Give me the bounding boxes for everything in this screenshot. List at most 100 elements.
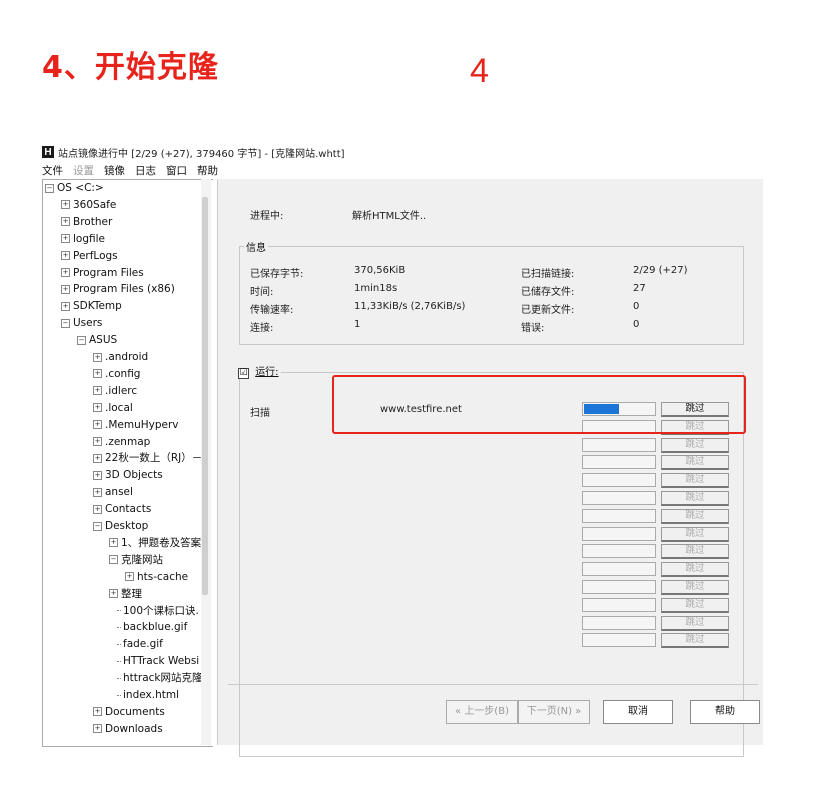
tree-item[interactable]: httrack网站克隆 bbox=[117, 670, 203, 687]
tree-item[interactable]: 100个课标口诀. bbox=[117, 603, 199, 620]
prev-button[interactable]: « 上一步(B) bbox=[446, 700, 518, 724]
tree-item[interactable]: + .idlerc bbox=[93, 383, 137, 400]
tree-item[interactable]: + ansel bbox=[93, 484, 133, 501]
cancel-button[interactable]: 取消 bbox=[603, 700, 673, 724]
expand-icon[interactable]: + bbox=[61, 200, 70, 210]
tree-item[interactable]: + hts-cache bbox=[125, 569, 188, 586]
expand-icon[interactable]: + bbox=[93, 707, 102, 717]
tree-item[interactable]: +1、押题卷及答案 bbox=[109, 535, 201, 552]
menu-help[interactable]: 帮助 bbox=[197, 163, 218, 178]
folder-tree[interactable]: − OS <C:> +360Safe + Brother + logfile + PerfLog… bbox=[42, 179, 213, 747]
menu-log[interactable]: 日志 bbox=[135, 163, 156, 178]
skip-button[interactable]: 跳过 bbox=[661, 562, 729, 578]
expand-icon[interactable]: + bbox=[93, 403, 102, 413]
tree-item[interactable]: backblue.gif bbox=[117, 619, 187, 636]
collapse-icon[interactable]: − bbox=[109, 555, 118, 565]
collapse-icon[interactable]: − bbox=[77, 335, 86, 345]
tree-item[interactable]: +360Safe bbox=[61, 197, 116, 214]
tree-item[interactable]: − ASUS bbox=[77, 332, 117, 349]
tree-item[interactable]: − Desktop bbox=[93, 518, 148, 535]
expand-icon[interactable]: + bbox=[109, 589, 118, 599]
tree-item[interactable]: + 整理 bbox=[109, 586, 142, 603]
tree-scroll-thumb[interactable] bbox=[202, 197, 208, 595]
expand-icon[interactable]: + bbox=[93, 724, 102, 734]
tree-item[interactable]: + Contacts bbox=[93, 501, 151, 518]
tree-item[interactable]: + .android bbox=[93, 349, 148, 366]
link-progress-bar bbox=[582, 562, 656, 577]
skip-button[interactable]: 跳过 bbox=[661, 615, 729, 631]
skip-button[interactable]: 跳过 bbox=[661, 526, 729, 542]
tree-item[interactable]: − OS <C:> bbox=[45, 180, 104, 197]
tree-item[interactable]: HTTrack Websi bbox=[117, 653, 199, 670]
tree-item[interactable]: + logfile bbox=[61, 231, 105, 248]
tree-item[interactable]: + .config bbox=[93, 366, 140, 383]
tree-item-label: index.html bbox=[123, 689, 179, 701]
tree-item[interactable]: + Downloads bbox=[93, 721, 163, 738]
tree-item-label: OS <C:> bbox=[57, 182, 104, 194]
expand-icon[interactable]: + bbox=[61, 301, 70, 311]
expand-icon[interactable]: + bbox=[93, 470, 102, 480]
next-button[interactable]: 下一页(N) » bbox=[518, 700, 590, 724]
info-group bbox=[239, 246, 744, 345]
expand-icon[interactable]: + bbox=[61, 251, 70, 261]
skip-button[interactable]: 跳过 bbox=[661, 455, 729, 471]
tree-item-label: SDKTemp bbox=[73, 300, 122, 313]
tree-item[interactable]: + PerfLogs bbox=[61, 248, 118, 265]
collapse-icon[interactable]: − bbox=[45, 183, 54, 193]
skip-button[interactable]: 跳过 bbox=[661, 491, 729, 506]
tree-item[interactable]: + .zenmap bbox=[93, 434, 150, 451]
tree-item-label: Desktop bbox=[105, 520, 149, 532]
tree-item[interactable]: + Program Files bbox=[61, 265, 144, 282]
menu-window[interactable]: 窗口 bbox=[166, 163, 187, 178]
menu-mirror[interactable]: 镜像 bbox=[104, 163, 125, 178]
tree-item[interactable]: index.html bbox=[117, 687, 179, 704]
tree-scrollbar[interactable] bbox=[201, 179, 211, 745]
menu-settings[interactable]: 设置 bbox=[73, 163, 94, 178]
collapse-icon[interactable]: − bbox=[61, 318, 70, 328]
link-progress-bar bbox=[582, 544, 656, 559]
expand-icon[interactable]: + bbox=[61, 217, 70, 227]
tree-item[interactable]: fade.gif bbox=[117, 636, 163, 653]
saved-bytes-value: 370,56KiB bbox=[354, 265, 406, 276]
expand-icon[interactable]: + bbox=[61, 234, 70, 244]
skip-button[interactable]: 跳过 bbox=[661, 597, 729, 613]
skip-button[interactable]: 跳过 bbox=[661, 580, 729, 595]
tree-item[interactable]: + Documents bbox=[93, 704, 165, 721]
tree-item[interactable]: +3D Objects bbox=[93, 467, 163, 484]
tree-item[interactable]: +22秋一数上（RJ）－ bbox=[93, 450, 202, 467]
collapse-icon[interactable]: − bbox=[93, 521, 102, 531]
expand-icon[interactable]: + bbox=[93, 352, 102, 362]
expand-icon[interactable]: + bbox=[125, 572, 134, 582]
skip-button[interactable]: 跳过 bbox=[661, 508, 729, 524]
expand-icon[interactable]: + bbox=[93, 487, 102, 497]
skip-button[interactable]: 跳过 bbox=[661, 544, 729, 560]
expand-icon[interactable]: + bbox=[93, 420, 102, 430]
tree-item[interactable]: − 克隆网站 bbox=[109, 552, 163, 569]
running-legend: ☑ 运行: bbox=[236, 363, 281, 379]
skip-button[interactable]: 跳过 bbox=[661, 633, 729, 649]
tree-item[interactable]: − Users bbox=[61, 315, 102, 332]
expand-icon[interactable]: + bbox=[93, 437, 102, 446]
menu-file[interactable]: 文件 bbox=[42, 163, 63, 178]
expand-icon[interactable]: + bbox=[93, 386, 102, 396]
scan-label: 扫描 bbox=[250, 408, 270, 419]
rate-value: 11,33KiB/s (2,76KiB/s) bbox=[354, 301, 466, 312]
expand-icon[interactable]: + bbox=[93, 504, 102, 514]
tree-item[interactable]: + .MemuHyperv bbox=[93, 417, 179, 434]
tree-item[interactable]: + SDKTemp bbox=[61, 298, 122, 315]
skip-button[interactable]: 跳过 bbox=[661, 473, 729, 489]
expand-icon[interactable]: + bbox=[61, 268, 70, 277]
expand-icon[interactable]: + bbox=[93, 453, 102, 463]
files-updated-value: 0 bbox=[633, 301, 640, 312]
help-button[interactable]: 帮助 bbox=[690, 700, 760, 724]
tree-item-label: 3D Objects bbox=[105, 469, 163, 482]
expand-icon[interactable]: + bbox=[93, 369, 102, 379]
running-checkbox[interactable]: ☑ bbox=[238, 368, 249, 379]
tree-item[interactable]: + Program Files (x86) bbox=[61, 281, 175, 298]
expand-icon[interactable]: + bbox=[61, 284, 70, 294]
tree-item[interactable]: + Brother bbox=[61, 214, 112, 231]
link-progress-bar bbox=[582, 633, 656, 648]
tree-item[interactable]: + .local bbox=[93, 400, 133, 417]
skip-button[interactable]: 跳过 bbox=[661, 437, 729, 453]
expand-icon[interactable]: + bbox=[109, 538, 118, 548]
